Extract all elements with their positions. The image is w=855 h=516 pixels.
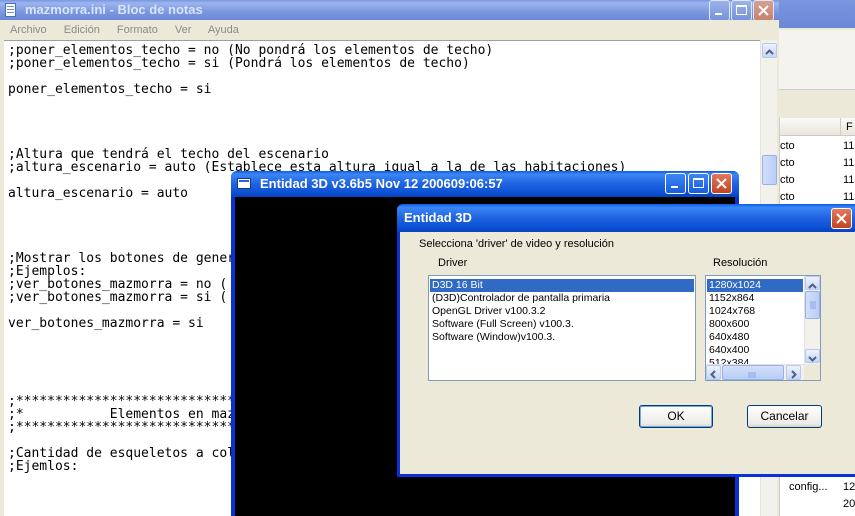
chevron-left-icon bbox=[710, 370, 716, 379]
engine-maximize-button[interactable] bbox=[688, 173, 709, 194]
explorer-column-header-label: F bbox=[846, 121, 853, 133]
maximize-icon bbox=[736, 5, 747, 15]
resolution-vertical-scrollbar[interactable] bbox=[804, 276, 820, 364]
menu-formato[interactable]: Formato bbox=[117, 24, 158, 36]
resolution-hscroll-thumb[interactable] bbox=[722, 365, 784, 380]
grip-icon bbox=[748, 372, 756, 378]
resolution-horizontal-scrollbar[interactable] bbox=[706, 364, 804, 380]
engine-close-button[interactable] bbox=[711, 173, 732, 194]
text-line: ;poner_elementos_techo = si (Pondrá los … bbox=[8, 56, 470, 71]
engine-title: Entidad 3D v3.6b5 Nov 12 200609:06:57 bbox=[260, 176, 503, 191]
chevron-right-icon bbox=[791, 370, 797, 379]
explorer-row[interactable]: 20 bbox=[780, 496, 855, 513]
driver-dialog: Entidad 3D Selecciona 'driver' de video … bbox=[397, 204, 855, 477]
notepad-titlebar[interactable]: mazmorra.ini - Bloc de notas bbox=[0, 0, 779, 21]
resolution-scroll-left-button[interactable] bbox=[706, 365, 721, 380]
resolution-option[interactable]: 800x600 bbox=[707, 318, 803, 331]
close-icon bbox=[758, 5, 769, 16]
driver-listbox[interactable]: D3D 16 Bit (D3D)Controlador de pantalla p… bbox=[428, 275, 696, 381]
driver-option[interactable]: Software (Full Screen) v100.3. bbox=[430, 318, 694, 331]
menu-ayuda[interactable]: Ayuda bbox=[208, 24, 239, 36]
close-icon bbox=[836, 213, 847, 224]
dialog-title: Entidad 3D bbox=[404, 210, 472, 225]
driver-label: Driver bbox=[438, 257, 468, 269]
resolution-option[interactable]: 640x400 bbox=[707, 344, 803, 357]
menu-edicion[interactable]: Edición bbox=[64, 24, 100, 36]
minimize-button[interactable] bbox=[709, 0, 730, 21]
explorer-row[interactable]: cto 11 bbox=[780, 172, 855, 189]
resolution-scroll-right-button[interactable] bbox=[786, 365, 801, 380]
driver-option[interactable]: (D3D)Controlador de pantalla primaria bbox=[430, 292, 694, 305]
close-icon bbox=[716, 178, 727, 189]
grip-icon bbox=[810, 301, 816, 309]
explorer-row[interactable]: cto 11 bbox=[780, 155, 855, 172]
maximize-button[interactable] bbox=[731, 0, 752, 21]
resolution-option[interactable]: 1024x768 bbox=[707, 305, 803, 318]
explorer-column-header[interactable]: F bbox=[780, 118, 855, 136]
chevron-up-icon bbox=[765, 49, 774, 55]
notepad-menubar: Archivo Edición Formato Ver Ayuda bbox=[0, 20, 779, 40]
resolution-scroll-thumb[interactable] bbox=[805, 291, 820, 319]
text-line: poner_elementos_techo = si bbox=[8, 82, 212, 97]
resolution-option[interactable]: 1280x1024 bbox=[707, 279, 803, 292]
minimize-icon bbox=[715, 13, 722, 15]
driver-option[interactable]: OpenGL Driver v100.3.2 bbox=[430, 305, 694, 318]
explorer-row[interactable]: config... 12 bbox=[780, 479, 855, 496]
dialog-prompt: Selecciona 'driver' de video y resolució… bbox=[419, 238, 614, 250]
notepad-app-icon bbox=[5, 3, 16, 17]
explorer-row[interactable]: cto 11 bbox=[780, 138, 855, 155]
engine-minimize-button[interactable] bbox=[665, 173, 686, 194]
notepad-title: mazmorra.ini - Bloc de notas bbox=[25, 2, 203, 17]
text-line bbox=[8, 96, 626, 109]
resolution-option[interactable]: 640x480 bbox=[707, 331, 803, 344]
resolution-scroll-down-button[interactable] bbox=[805, 349, 820, 363]
engine-app-icon bbox=[237, 178, 251, 189]
scrollbar-corner bbox=[804, 364, 820, 380]
resolution-option[interactable]: 1152x864 bbox=[707, 292, 803, 305]
scroll-up-button[interactable] bbox=[762, 43, 777, 58]
scroll-thumb[interactable] bbox=[762, 155, 777, 185]
minimize-icon bbox=[671, 186, 678, 188]
dialog-close-button[interactable] bbox=[831, 208, 852, 229]
menu-ver[interactable]: Ver bbox=[175, 24, 192, 36]
text-line bbox=[8, 122, 626, 135]
text-line bbox=[8, 109, 626, 122]
engine-titlebar[interactable]: Entidad 3D v3.6b5 Nov 12 200609:06:57 bbox=[231, 171, 739, 197]
cancel-button[interactable]: Cancelar bbox=[747, 405, 822, 428]
driver-option[interactable]: Software (Window)v100.3. bbox=[430, 331, 694, 344]
menu-archivo[interactable]: Archivo bbox=[10, 24, 47, 36]
dialog-titlebar[interactable]: Entidad 3D bbox=[397, 204, 855, 232]
driver-option[interactable]: D3D 16 Bit bbox=[430, 279, 694, 292]
explorer-panel bbox=[779, 30, 855, 90]
resolution-label: Resolución bbox=[713, 257, 768, 269]
dialog-body: Selecciona 'driver' de video y resolució… bbox=[400, 232, 855, 474]
maximize-icon bbox=[693, 178, 704, 188]
ok-button[interactable]: OK bbox=[639, 405, 713, 428]
explorer-titlebar bbox=[775, 0, 855, 28]
close-button[interactable] bbox=[753, 0, 774, 21]
resolution-scroll-up-button[interactable] bbox=[805, 276, 820, 290]
